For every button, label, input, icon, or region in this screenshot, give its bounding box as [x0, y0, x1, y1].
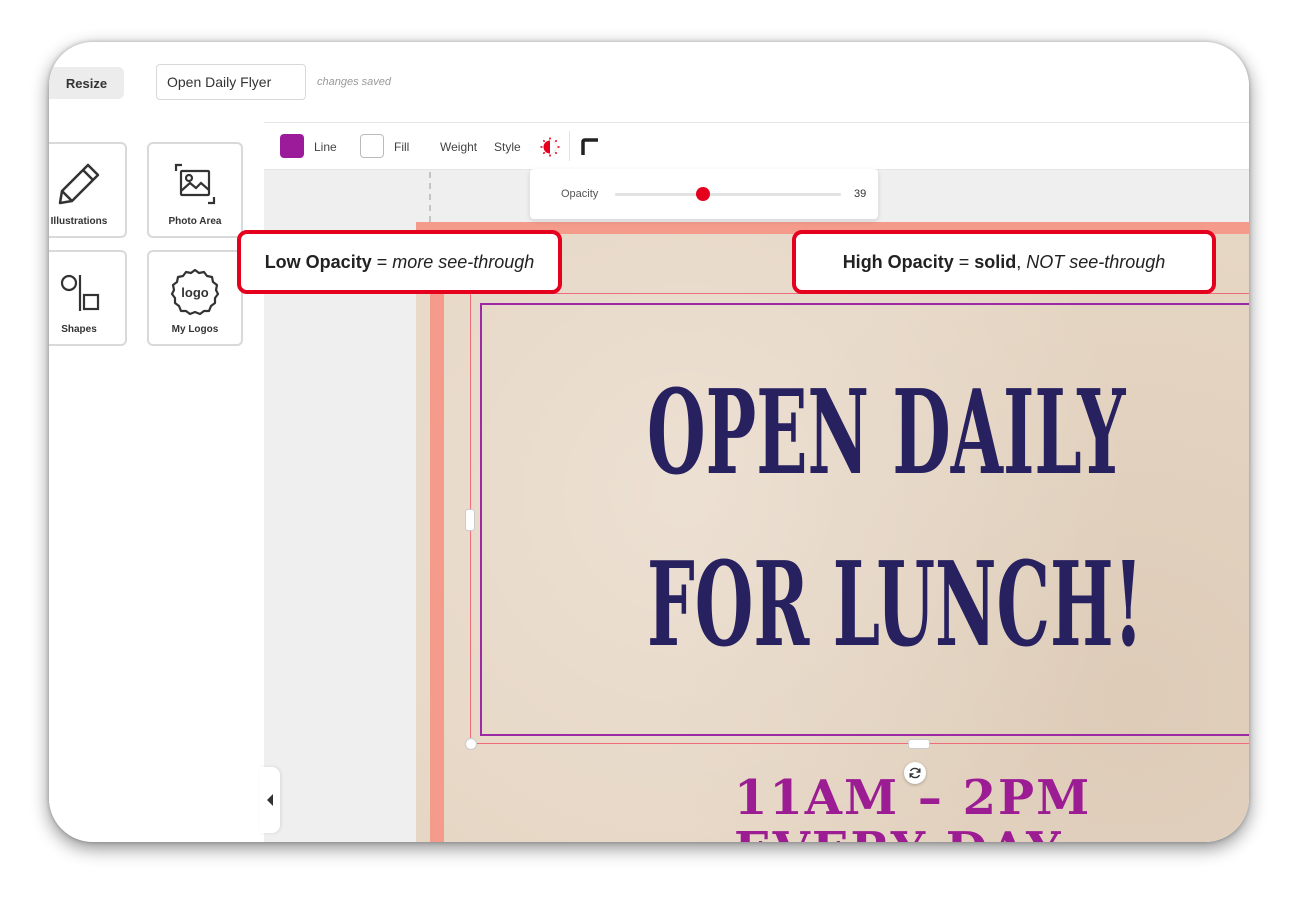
- callout-low-italic: more see-through: [392, 251, 535, 272]
- weight-button[interactable]: Weight: [440, 140, 477, 154]
- line-color-swatch[interactable]: [280, 134, 304, 158]
- photo-area-tile[interactable]: Photo Area: [147, 142, 243, 238]
- callout-low-bold: Low Opacity: [264, 251, 372, 272]
- elements-panel: Illustrations Photo Area Shapes logo My …: [49, 122, 265, 842]
- headline-line-2: FOR LUNCH!: [647, 537, 1144, 673]
- opacity-slider-knob[interactable]: [696, 187, 711, 201]
- fill-label[interactable]: Fill: [394, 140, 409, 154]
- line-label[interactable]: Line: [314, 140, 337, 154]
- resize-handle-left[interactable]: [465, 509, 475, 531]
- tile-label: Photo Area: [168, 216, 222, 227]
- save-status: changes saved: [317, 76, 391, 88]
- resize-button[interactable]: Resize: [49, 67, 124, 99]
- flyer-canvas[interactable]: OPEN DAILY FOR LUNCH! 11AM – 2PM EVERY D…: [416, 222, 1249, 842]
- opacity-popover: Opacity 39: [530, 169, 878, 219]
- opacity-value: 39: [854, 188, 867, 200]
- pencil-icon: [49, 156, 125, 212]
- headline-line-1: OPEN DAILY: [647, 365, 1126, 501]
- chevron-left-icon: [267, 794, 273, 806]
- my-logos-tile[interactable]: logo My Logos: [147, 250, 243, 346]
- high-opacity-callout: High Opacity = solid, NOT see-through: [792, 230, 1216, 294]
- callout-high-bold-2: solid: [974, 251, 1017, 272]
- callout-high-sep: =: [953, 251, 975, 272]
- opacity-label: Opacity: [561, 188, 599, 200]
- image-icon: [149, 156, 241, 212]
- flyer-border-left: [430, 222, 444, 842]
- app-window: Resize changes saved Illustrations: [49, 42, 1249, 842]
- fill-color-swatch[interactable]: [360, 134, 384, 158]
- guide-line: [429, 172, 431, 222]
- document-title-input[interactable]: [156, 64, 306, 100]
- top-bar: Resize changes saved: [49, 42, 1249, 123]
- headline-text[interactable]: OPEN DAILY FOR LUNCH!: [647, 347, 1204, 691]
- resize-handle-bottom[interactable]: [908, 739, 930, 749]
- tile-label: My Logos: [171, 324, 219, 335]
- resize-handle-corner[interactable]: [465, 738, 477, 750]
- panel-collapse-tab[interactable]: [260, 767, 280, 833]
- tile-label: Illustrations: [50, 216, 108, 227]
- corner-radius-icon[interactable]: [580, 137, 600, 157]
- callout-high-italic: NOT see-through: [1026, 251, 1166, 272]
- shapes-icon: [49, 264, 125, 320]
- style-button[interactable]: Style: [494, 140, 521, 154]
- callout-high-comma: ,: [1016, 251, 1027, 272]
- hours-text[interactable]: 11AM – 2PM: [734, 770, 1091, 826]
- logo-badge-icon: logo: [149, 264, 241, 320]
- opacity-slider[interactable]: [615, 187, 841, 201]
- low-opacity-callout: Low Opacity = more see-through: [237, 230, 562, 294]
- shapes-tile[interactable]: Shapes: [49, 250, 127, 346]
- days-text[interactable]: EVERY DAY: [734, 822, 1063, 842]
- callout-low-sep: =: [371, 251, 393, 272]
- logo-badge-text: logo: [181, 285, 208, 300]
- toolbar-divider: [569, 131, 570, 161]
- shape-toolbar: Line Fill Weight Style: [264, 123, 1249, 170]
- callout-high-bold: High Opacity: [842, 251, 954, 272]
- illustrations-tile[interactable]: Illustrations: [49, 142, 127, 238]
- opacity-icon[interactable]: [540, 137, 560, 157]
- tile-label: Shapes: [61, 324, 97, 335]
